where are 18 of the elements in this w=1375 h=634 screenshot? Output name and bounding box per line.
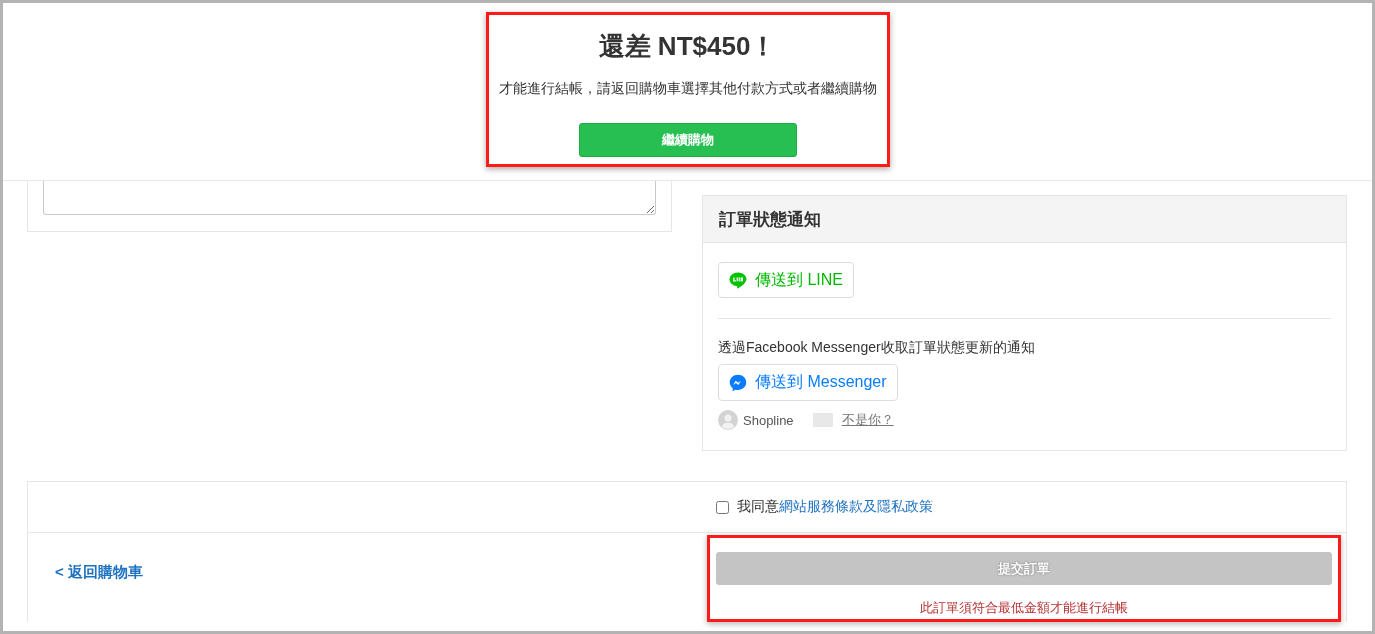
note-field[interactable] [43,181,656,215]
chat-bubble-icon [729,373,747,392]
account-name: Shopline [743,412,794,428]
not-you-link[interactable]: 不是你？ [841,411,894,429]
messenger-button[interactable]: 傳送到 Messenger [718,364,898,401]
messenger-hint: 透過Facebook Messenger收取訂單狀態更新的通知 [718,338,1036,357]
agree-checkbox[interactable] [716,500,729,514]
continue-shopping-button[interactable]: 繼續購物 [578,123,797,157]
line-button[interactable]: 傳送到 LINE [718,262,854,298]
avatar-icon [718,410,738,430]
error-message: 此訂單須符合最低金額才能進行結帳 [919,599,1129,617]
agreement-text: 我同意網站服務條款及隱私政策 [737,498,933,516]
alert-title: 還差 NT$450！ [598,30,777,63]
terms-link[interactable]: 網站服務條款及隱私政策 [779,498,933,514]
alert-message: 才能進行結帳，請返回購物車選擇其他付款方式或者繼續購物 [498,79,877,98]
card-header: 訂單狀態通知 [703,196,1346,243]
speech-bubble-icon [729,271,747,289]
back-to-cart-link[interactable]: < 返回購物車 [55,563,143,582]
